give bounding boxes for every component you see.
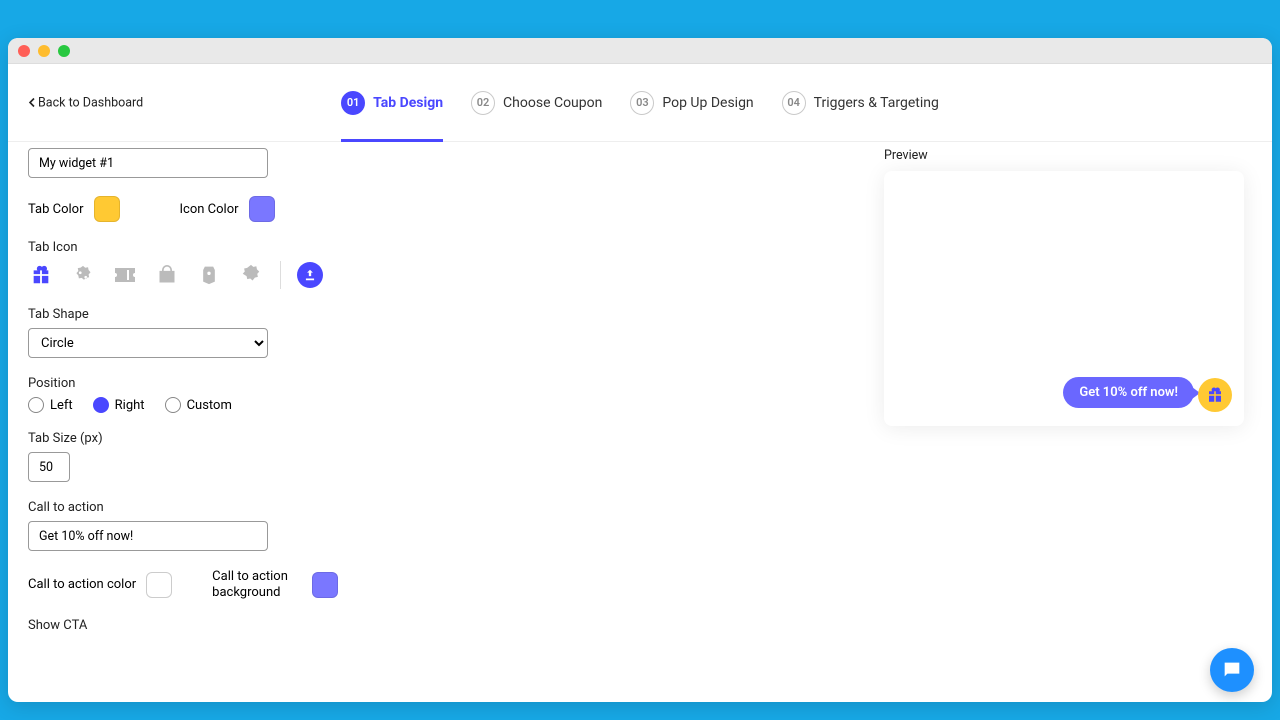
tab-size-input[interactable] [28,452,70,482]
step-number: 03 [630,91,654,115]
tab-icon-percent-badge[interactable] [70,262,96,288]
icon-color-swatch[interactable] [249,196,275,222]
window-close-dot[interactable] [18,45,30,57]
window-zoom-dot[interactable] [58,45,70,57]
step-triggers-targeting[interactable]: 04 Triggers & Targeting [782,91,939,115]
cta-bg-swatch[interactable] [312,572,338,598]
tab-color-label: Tab Color [28,202,84,217]
back-to-dashboard-link[interactable]: Back to Dashboard [28,95,143,110]
back-link-label: Back to Dashboard [38,95,143,110]
tab-icon-bag[interactable] [154,262,180,288]
cta-bg-label: Call to action background [212,569,302,600]
step-number: 02 [471,91,495,115]
tab-shape-select[interactable]: Circle [28,328,268,358]
preview-label: Preview [884,148,1244,163]
step-number: 04 [782,91,806,115]
step-label: Choose Coupon [503,95,602,111]
tab-icon-label: Tab Icon [28,240,458,255]
icon-divider [280,261,281,289]
preview-cta-bubble: Get 10% off now! [1063,377,1194,408]
tab-icon-sale-badge[interactable] [238,262,264,288]
cta-color-label: Call to action color [28,577,136,592]
step-label: Tab Design [373,95,443,111]
tab-icon-gift[interactable] [28,262,54,288]
position-label: Position [28,376,458,391]
step-label: Pop Up Design [662,95,753,111]
widget-name-input[interactable] [28,148,268,178]
preview-tab-button [1198,378,1232,412]
position-radio-left[interactable]: Left [28,397,73,413]
icon-color-label: Icon Color [180,202,239,217]
wizard-stepper: Back to Dashboard 01 Tab Design 02 Choos… [8,64,1272,142]
step-popup-design[interactable]: 03 Pop Up Design [630,91,753,115]
show-cta-label: Show CTA [28,618,458,633]
step-label: Triggers & Targeting [814,95,939,111]
chat-fab[interactable] [1210,648,1254,692]
tab-icon-tag[interactable] [196,262,222,288]
step-choose-coupon[interactable]: 02 Choose Coupon [471,91,602,115]
cta-color-swatch[interactable] [146,572,172,598]
window-titlebar [8,38,1272,64]
cta-input[interactable] [28,521,268,551]
tab-size-label: Tab Size (px) [28,431,458,446]
tab-color-swatch[interactable] [94,196,120,222]
window-minimize-dot[interactable] [38,45,50,57]
preview-box: Get 10% off now! [884,171,1244,426]
tab-icon-coupon[interactable] [112,262,138,288]
upload-icon-button[interactable] [297,262,323,288]
position-radio-custom[interactable]: Custom [165,397,232,413]
chevron-left-icon [28,98,36,108]
position-radio-right[interactable]: Right [93,397,145,413]
step-tab-design[interactable]: 01 Tab Design [341,91,443,115]
cta-label: Call to action [28,500,458,515]
step-number: 01 [341,91,365,115]
tab-shape-label: Tab Shape [28,307,458,322]
